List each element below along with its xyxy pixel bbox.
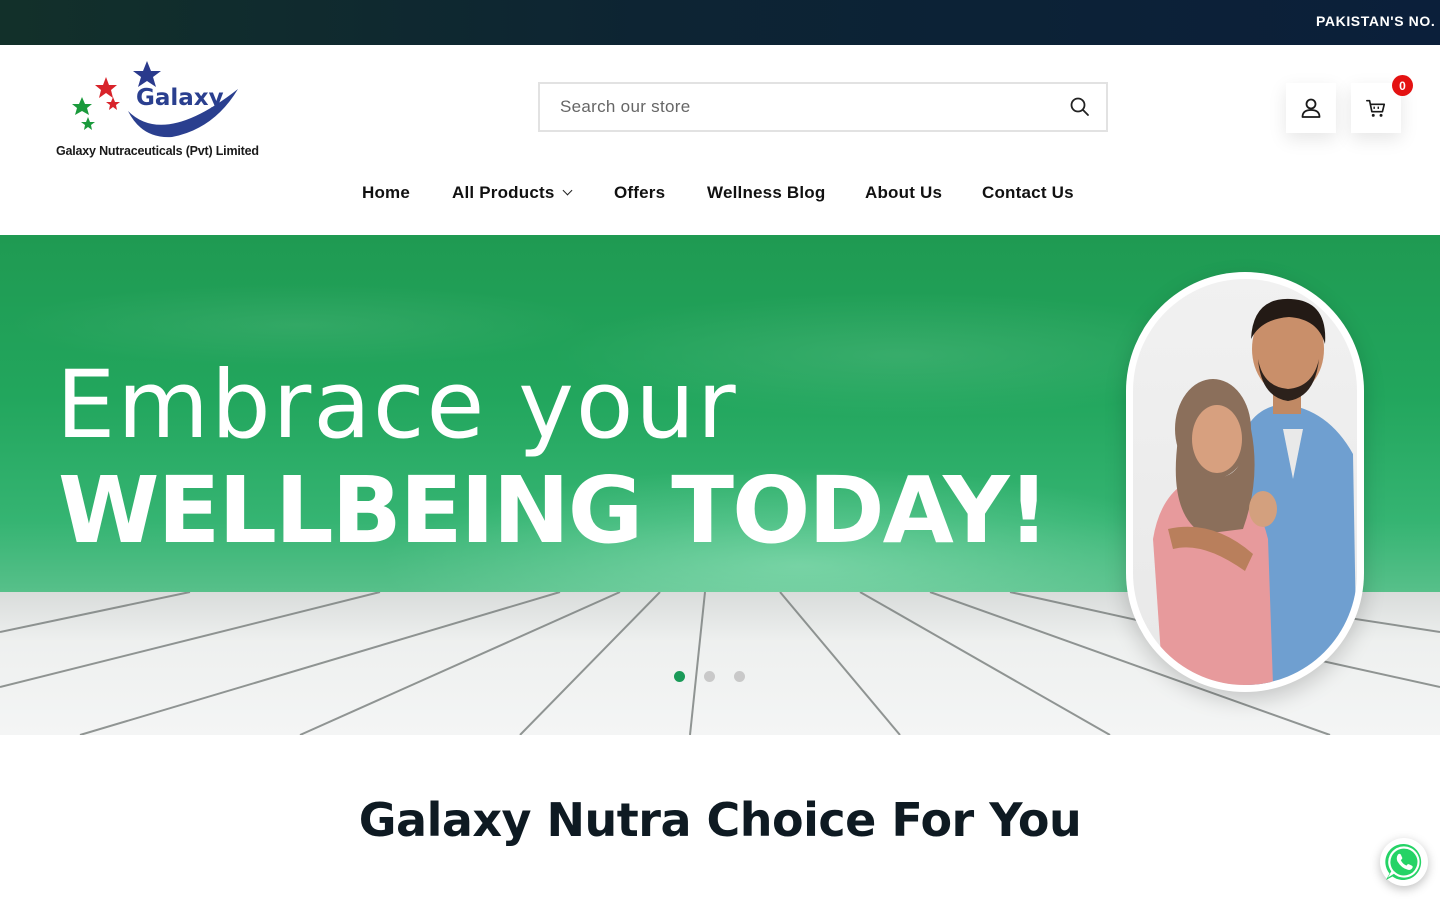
section-title: Galaxy Nutra Choice For You (358, 793, 1082, 847)
search-bar (538, 82, 1108, 132)
site-header: Galaxy Galaxy Nutraceuticals (Pvt) Limit… (0, 45, 1440, 235)
slider-dot-3[interactable] (734, 671, 745, 682)
slider-dot-1[interactable] (674, 671, 685, 682)
cart-count-badge: 0 (1392, 75, 1413, 96)
nav-home[interactable]: Home (362, 183, 410, 203)
nav-offers[interactable]: Offers (614, 183, 665, 203)
whatsapp-button[interactable] (1380, 838, 1428, 886)
slider-dot-2[interactable] (704, 671, 715, 682)
user-icon (1301, 98, 1321, 118)
hero-couple-image (1126, 272, 1364, 692)
search-input[interactable] (540, 84, 1040, 130)
nav-wellness-blog[interactable]: Wellness Blog (707, 183, 825, 203)
account-button[interactable] (1286, 83, 1336, 133)
logo-company-name: Galaxy Nutraceuticals (Pvt) Limited (56, 144, 259, 158)
couple-photo (1133, 279, 1357, 685)
nav-all-products-label: All Products (452, 183, 555, 202)
whatsapp-icon (1385, 843, 1422, 880)
logo-mark-icon: Galaxy (72, 61, 238, 138)
nav-about-us[interactable]: About Us (865, 183, 942, 203)
cart-icon (1366, 99, 1386, 117)
slider-pagination (674, 671, 745, 683)
search-icon[interactable] (1068, 95, 1092, 119)
main-nav: Home All Products Offers Wellness Blog A… (0, 183, 1440, 213)
hero-headline-line1: Embrace your (56, 351, 738, 460)
announcement-text: PAKISTAN'S NO. (1316, 13, 1436, 29)
hero-headline-line2: WELLBEING TODAY! (58, 457, 1050, 564)
logo[interactable]: Galaxy Galaxy Nutraceuticals (Pvt) Limit… (54, 59, 274, 163)
announcement-bar: PAKISTAN'S NO. (0, 0, 1440, 45)
nav-all-products[interactable]: All Products (452, 183, 572, 203)
nav-contact-us[interactable]: Contact Us (982, 183, 1074, 203)
hero-slider[interactable]: Embrace your WELLBEING TODAY! (0, 235, 1440, 735)
chevron-down-icon (562, 185, 572, 196)
svg-text:Galaxy: Galaxy (136, 85, 224, 111)
